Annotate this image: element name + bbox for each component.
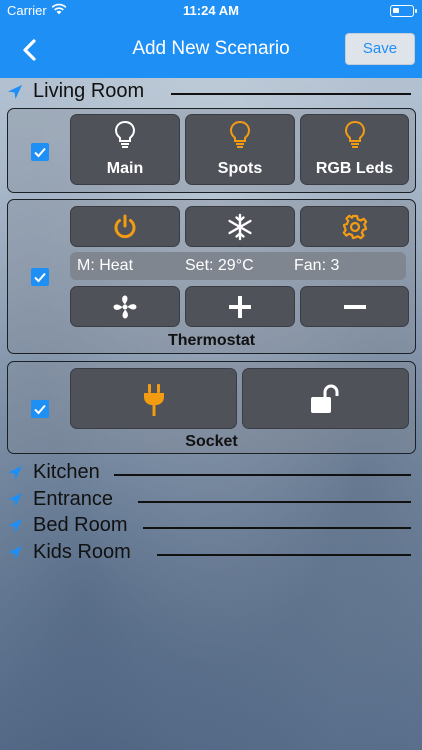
lightbulb-icon <box>344 120 365 148</box>
room-row-entrance[interactable]: Entrance <box>0 488 422 514</box>
socket-checkbox[interactable] <box>31 400 49 418</box>
thermostat-title: Thermostat <box>167 332 256 349</box>
location-arrow-icon <box>8 519 22 533</box>
divider-line <box>138 501 411 503</box>
divider-line <box>114 474 411 476</box>
thermostat-checkbox[interactable] <box>31 268 49 286</box>
light-label: RGB Leds <box>315 160 394 177</box>
lightbulb-icon <box>114 120 136 148</box>
battery-icon <box>390 5 417 17</box>
plug-icon <box>143 384 164 416</box>
light-tile-spots[interactable]: Spots <box>185 114 295 185</box>
fan-icon <box>113 295 137 319</box>
light-tile-main[interactable]: Main <box>70 114 180 185</box>
room-label: Kitchen <box>33 461 100 483</box>
plus-icon <box>229 296 251 318</box>
lights-checkbox[interactable] <box>31 143 49 161</box>
fan-button[interactable] <box>70 286 180 327</box>
status-bar: Carrier 11:24 AM <box>0 0 422 22</box>
location-arrow-icon <box>8 85 22 99</box>
increase-temperature-button[interactable] <box>185 286 295 327</box>
cool-mode-button[interactable] <box>185 206 295 247</box>
minus-icon <box>343 305 366 309</box>
power-button[interactable] <box>70 206 180 247</box>
room-label: Bed Room <box>33 514 128 536</box>
light-label: Main <box>106 160 144 177</box>
light-tile-rgb-leds[interactable]: RGB Leds <box>300 114 409 185</box>
snowflake-icon <box>228 213 252 241</box>
socket-title: Socket <box>185 433 238 450</box>
divider-line <box>143 527 411 529</box>
room-row-kitchen[interactable]: Kitchen <box>0 461 422 487</box>
socket-lock-button[interactable] <box>242 368 409 429</box>
thermostat-readout: M: Heat Set: 29°C Fan: 3 <box>70 252 406 280</box>
lightbulb-icon <box>229 120 251 148</box>
setpoint-value: Set: 29°C <box>185 257 254 274</box>
room-row-bed-room[interactable]: Bed Room <box>0 514 422 540</box>
decrease-temperature-button[interactable] <box>300 286 409 327</box>
navigation-bar: Add New Scenario Save <box>0 22 422 78</box>
unlock-icon <box>310 384 338 413</box>
settings-button[interactable] <box>300 206 409 247</box>
location-arrow-icon <box>8 466 22 480</box>
room-label: Entrance <box>33 488 114 510</box>
room-row-living-room[interactable]: Living Room <box>0 80 422 106</box>
room-label: Living Room <box>33 80 145 102</box>
gear-icon <box>342 214 367 240</box>
location-arrow-icon <box>8 493 22 507</box>
divider-line <box>157 554 411 556</box>
divider-line <box>171 93 411 95</box>
power-icon <box>114 214 136 239</box>
socket-power-button[interactable] <box>70 368 237 429</box>
mode-value: M: Heat <box>77 257 134 274</box>
save-button[interactable]: Save <box>345 33 415 65</box>
clock-label: 11:24 AM <box>183 3 239 18</box>
room-row-kids-room[interactable]: Kids Room <box>0 541 422 567</box>
location-arrow-icon <box>8 546 22 560</box>
light-label: Spots <box>217 160 263 177</box>
fan-speed-value: Fan: 3 <box>294 257 340 274</box>
room-label: Kids Room <box>33 541 131 563</box>
